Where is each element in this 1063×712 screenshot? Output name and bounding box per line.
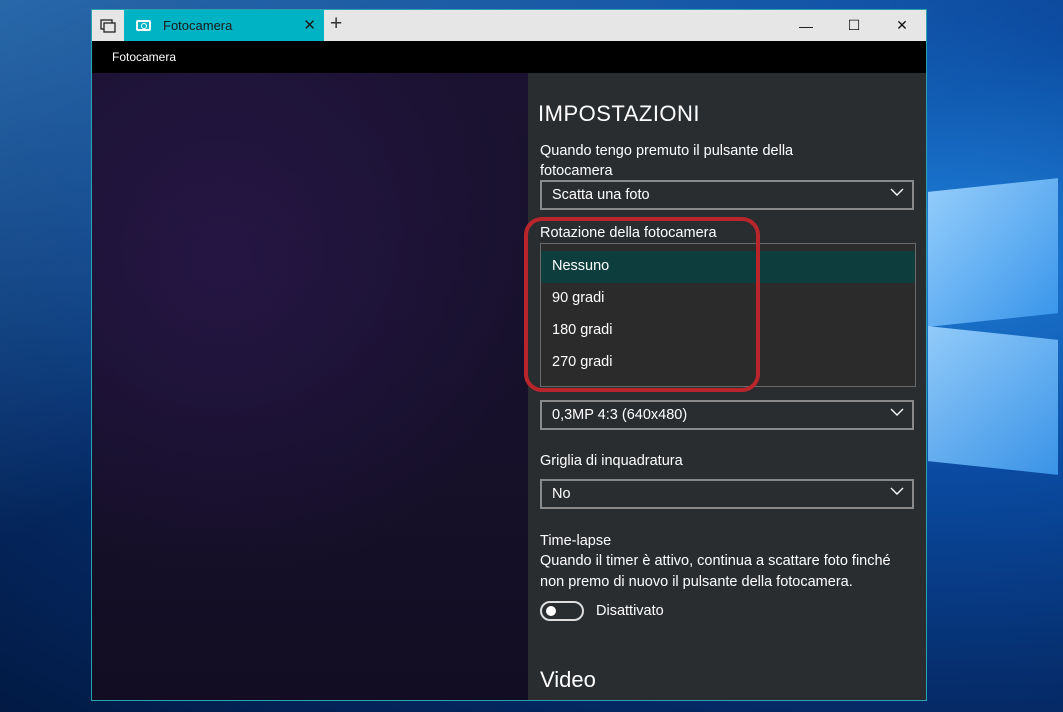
minimize-icon: — <box>799 17 813 34</box>
tab-list-button[interactable] <box>92 10 124 41</box>
close-button[interactable]: ✕ <box>878 10 926 41</box>
annotation-highlight-ring <box>524 217 760 392</box>
camera-preview[interactable] <box>92 73 528 700</box>
settings-title: IMPOSTAZIONI <box>538 101 701 126</box>
maximize-button[interactable]: ☐ <box>830 10 878 41</box>
timelapse-description-line1: Quando il timer è attivo, continua a sca… <box>540 553 891 569</box>
camera-icon <box>136 20 151 31</box>
chevron-down-icon <box>890 408 904 416</box>
timelapse-description-line2: non premo di nuovo il pulsante della fot… <box>540 574 853 590</box>
grid-label: Griglia di inquadratura <box>540 453 683 469</box>
resolution-select[interactable]: 0,3MP 4:3 (640x480) <box>540 400 914 430</box>
toggle-knob <box>546 606 556 616</box>
hold-button-select[interactable]: Scatta una foto <box>540 180 914 210</box>
tab-fotocamera[interactable]: Fotocamera ✕ <box>124 10 324 41</box>
chevron-down-icon <box>890 188 904 196</box>
tab-close-button[interactable]: ✕ <box>303 16 316 34</box>
title-bar: Fotocamera ✕ + — ☐ ✕ <box>92 10 926 41</box>
hold-button-label-line2: fotocamera <box>540 163 613 179</box>
timelapse-state: Disattivato <box>596 603 664 619</box>
hold-button-value: Scatta una foto <box>552 187 650 203</box>
hold-button-label-line1: Quando tengo premuto il pulsante della <box>540 143 794 159</box>
grid-select[interactable]: No <box>540 479 914 509</box>
close-icon: ✕ <box>896 17 908 33</box>
timelapse-label: Time-lapse <box>540 533 612 549</box>
tab-title: Fotocamera <box>163 18 233 33</box>
video-heading: Video <box>540 667 596 692</box>
chevron-down-icon <box>890 487 904 495</box>
maximize-icon: ☐ <box>847 17 861 33</box>
resolution-value: 0,3MP 4:3 (640x480) <box>552 407 688 423</box>
timelapse-toggle[interactable] <box>540 601 584 621</box>
camera-window: Fotocamera ✕ + — ☐ ✕ Fotocamera IMPOSTAZ… <box>91 9 927 701</box>
minimize-button[interactable]: — <box>782 10 830 41</box>
tab-overview-icon <box>100 18 116 33</box>
app-header: Fotocamera <box>92 41 926 73</box>
new-tab-button[interactable]: + <box>330 12 342 36</box>
grid-value: No <box>552 486 571 502</box>
app-title: Fotocamera <box>112 50 177 64</box>
windows-logo-background <box>928 178 1063 485</box>
